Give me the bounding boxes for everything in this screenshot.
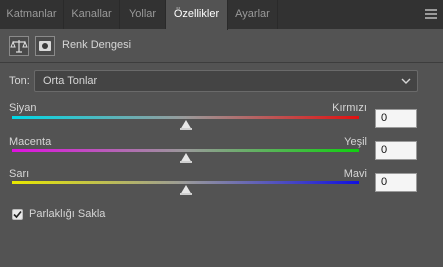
tab-katmanlar[interactable]: Katmanlar: [0, 0, 64, 29]
tab-yollar[interactable]: Yollar: [120, 0, 166, 29]
slider-magenta-label: Macenta: [9, 136, 52, 148]
chevron-down-icon: [401, 78, 411, 84]
tab-bar: Katmanlar Kanallar Yollar Özellikler Aya…: [0, 0, 443, 30]
preserve-luminosity-label: Parlaklığı Sakla: [29, 208, 106, 220]
tab-ozellikler[interactable]: Özellikler: [166, 0, 228, 30]
checkmark-icon: [13, 210, 22, 219]
layer-mask-icon[interactable]: [35, 36, 55, 56]
properties-header: Renk Dengesi: [0, 30, 443, 63]
tone-select-value: Orta Tonlar: [43, 75, 98, 87]
preserve-luminosity-checkbox[interactable]: [12, 209, 23, 220]
slider-cyan-label: Siyan: [9, 102, 37, 114]
cyan-red-value-input[interactable]: 0: [375, 109, 417, 128]
color-balance-icon[interactable]: [9, 36, 29, 56]
panel-menu-icon[interactable]: [425, 9, 437, 19]
slider-blue-label: Mavi: [343, 168, 367, 180]
slider-yellow-label: Sarı: [9, 168, 30, 180]
yellow-blue-value-input[interactable]: 0: [375, 173, 417, 192]
yellow-blue-slider-thumb[interactable]: [179, 185, 192, 195]
panel-title: Renk Dengesi: [62, 39, 132, 51]
cyan-red-track[interactable]: [12, 116, 359, 119]
tab-kanallar[interactable]: Kanallar: [64, 0, 120, 29]
cyan-red-slider-thumb[interactable]: [179, 120, 192, 130]
slider-red-label: Kırmızı: [332, 102, 367, 114]
slider-green-label: Yeşil: [344, 136, 367, 148]
tone-label: Ton:: [9, 75, 30, 87]
tab-ayarlar[interactable]: Ayarlar: [228, 0, 278, 29]
tone-select[interactable]: Orta Tonlar: [34, 70, 418, 92]
magenta-green-slider-thumb[interactable]: [179, 153, 192, 163]
magenta-green-value-input[interactable]: 0: [375, 141, 417, 160]
magenta-green-track[interactable]: [12, 149, 359, 152]
yellow-blue-track[interactable]: [12, 181, 359, 184]
